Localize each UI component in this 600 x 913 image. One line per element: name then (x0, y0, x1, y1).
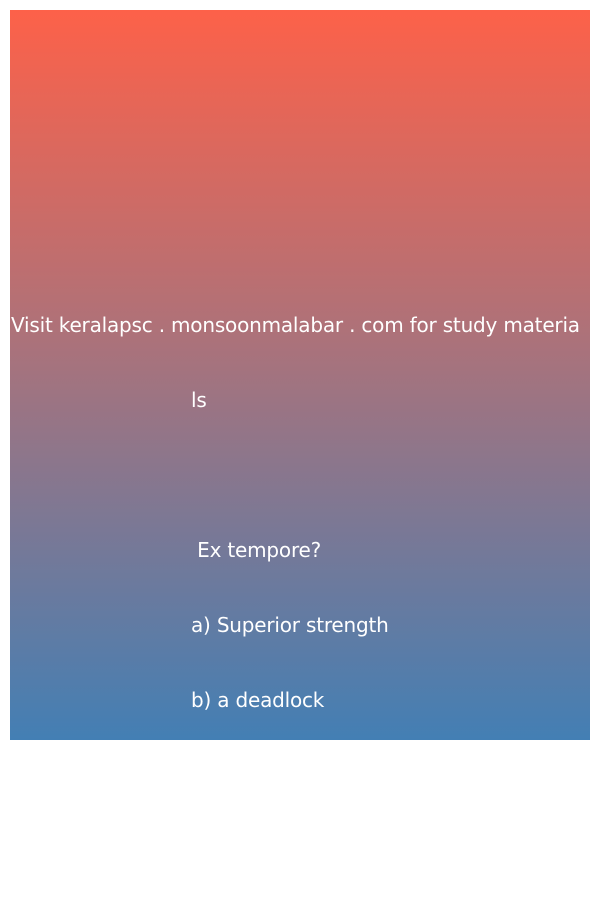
quiz-text: Visit keralapsc . monsoonmalabar . com f… (10, 263, 590, 913)
question-text: Ex tempore? (191, 538, 322, 562)
promo-line-1: Visit keralapsc . monsoonmalabar . com f… (11, 313, 580, 337)
gradient-card: Visit keralapsc . monsoonmalabar . com f… (10, 10, 590, 862)
option-d: d) Why not present (191, 838, 381, 862)
promo-line-2: ls (191, 388, 207, 412)
option-c: c) without preparation (191, 763, 410, 787)
option-b: b) a deadlock (191, 688, 325, 712)
option-a: a) Superior strength (191, 613, 389, 637)
